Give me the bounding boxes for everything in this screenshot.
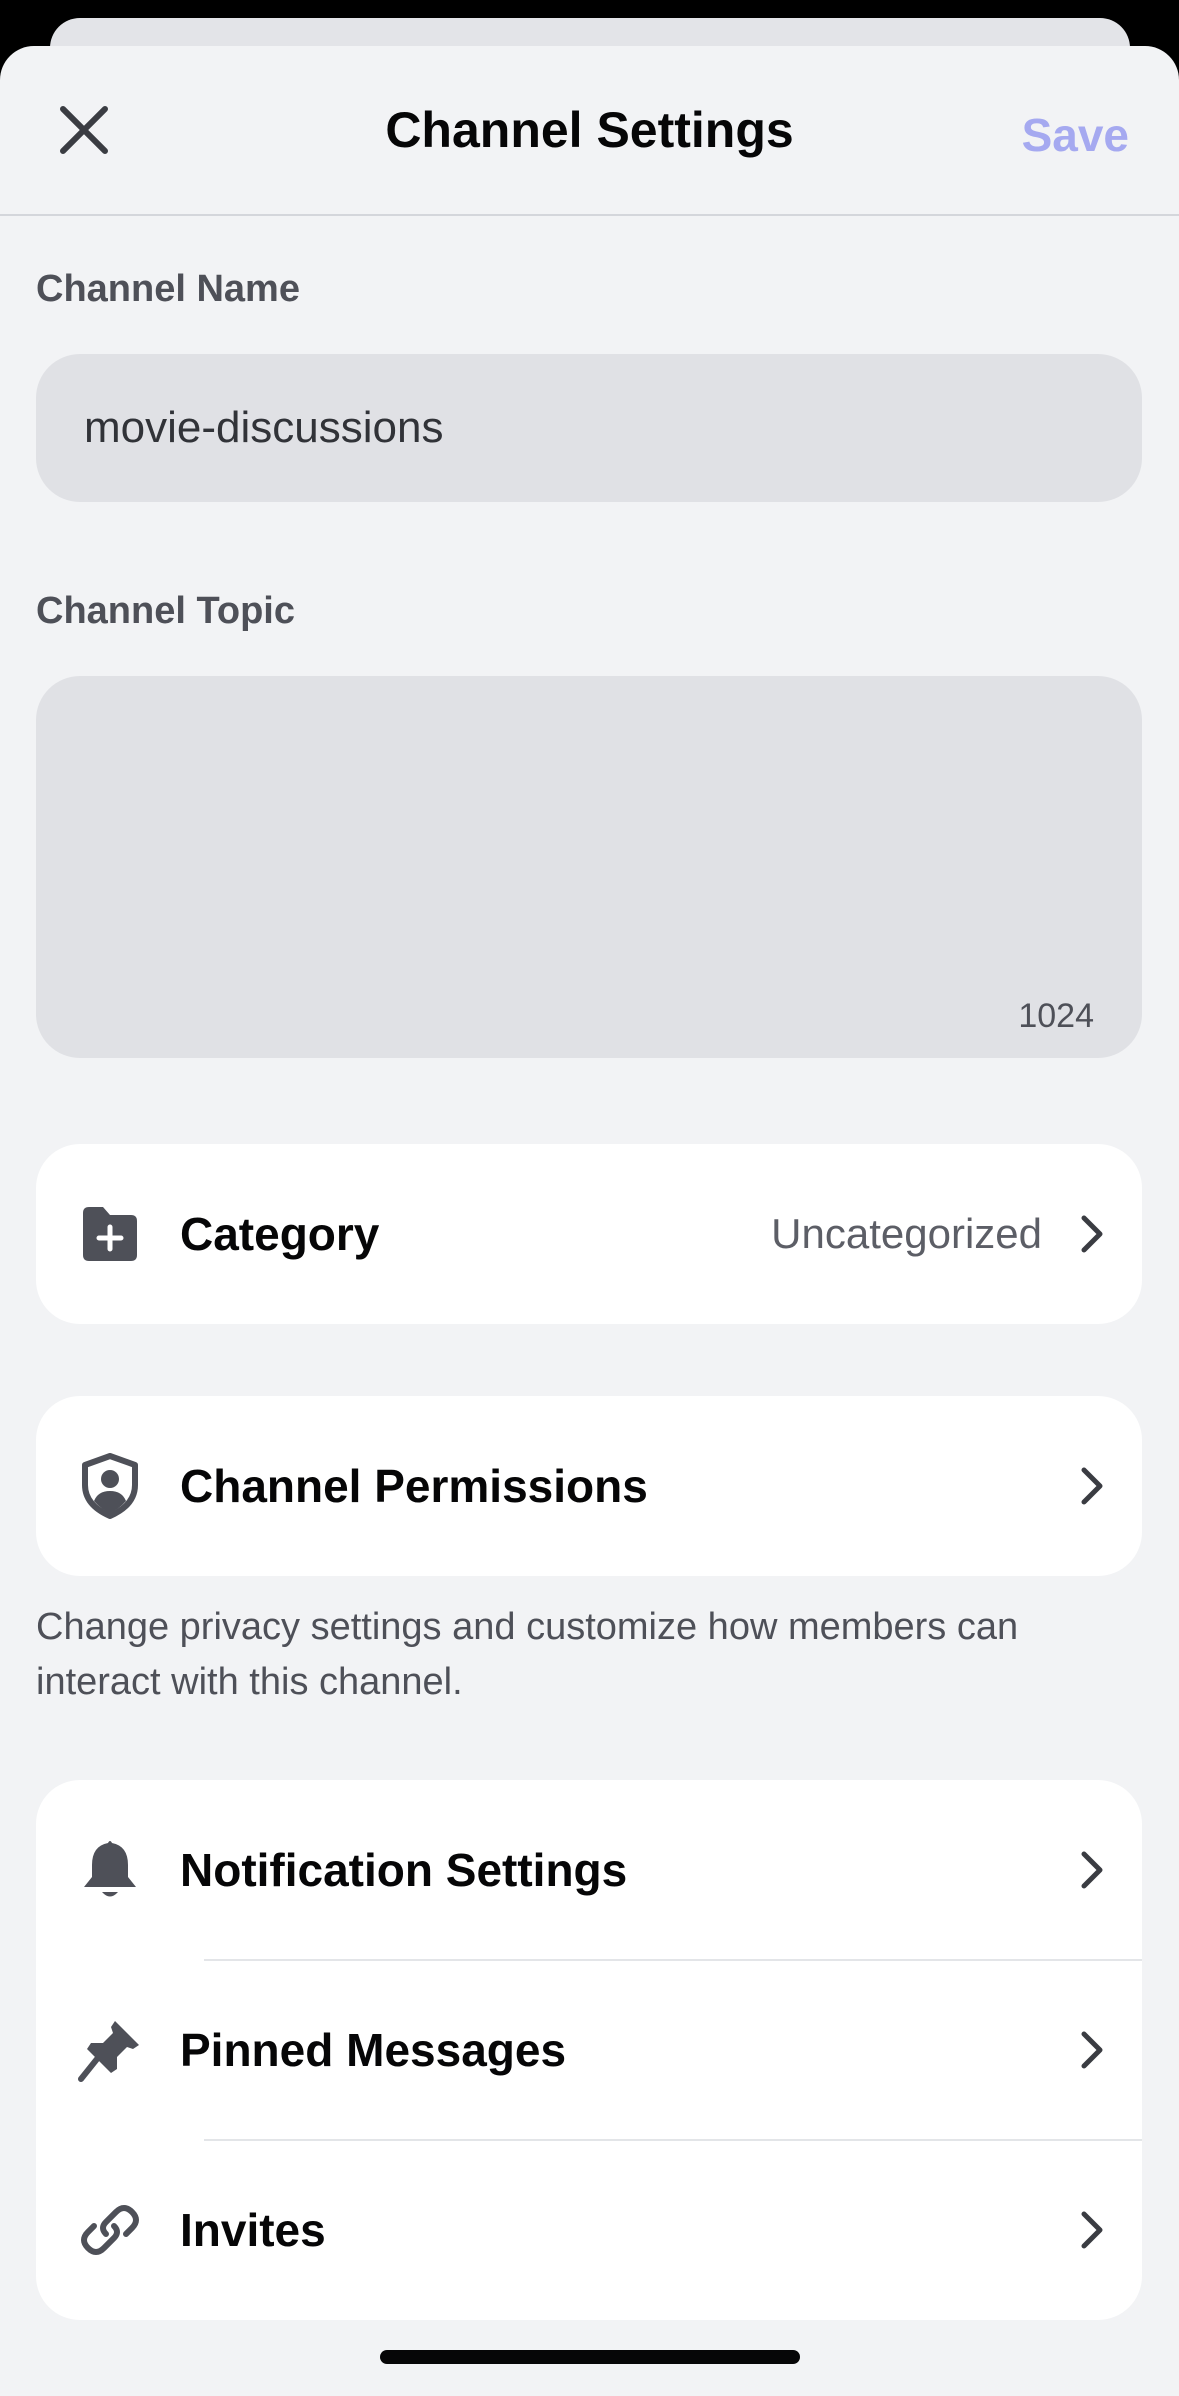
category-value: Uncategorized [771, 1210, 1042, 1257]
pinned-messages-row[interactable]: Pinned Messages [36, 1960, 1142, 2140]
shield-user-icon [76, 1452, 144, 1520]
category-label: Category [180, 1208, 380, 1260]
folder-plus-icon [76, 1200, 144, 1268]
invites-label: Invites [180, 2204, 326, 2256]
bell-icon [76, 1836, 144, 1904]
chevron-right-icon [1072, 1850, 1112, 1890]
permissions-card: Channel Permissions [36, 1396, 1142, 1576]
category-row[interactable]: Category Uncategorized [36, 1144, 1142, 1324]
chevron-right-icon [1072, 1466, 1112, 1506]
char-counter: 1024 [1018, 997, 1094, 1035]
notification-settings-label: Notification Settings [180, 1844, 628, 1896]
permissions-helper-text: Change privacy settings and customize ho… [36, 1606, 1019, 1703]
channel-permissions-label: Channel Permissions [180, 1460, 648, 1512]
home-indicator [380, 2350, 800, 2364]
channel-topic-label: Channel Topic [36, 590, 295, 632]
category-card: Category Uncategorized [36, 1144, 1142, 1324]
invites-row[interactable]: Invites [36, 2140, 1142, 2320]
save-button[interactable]: Save [1022, 101, 1129, 169]
channel-permissions-row[interactable]: Channel Permissions [36, 1396, 1142, 1576]
link-icon [76, 2196, 144, 2264]
channel-options-card: Notification Settings Pinned Messages In… [36, 1780, 1142, 2320]
chevron-right-icon [1072, 1214, 1112, 1254]
chevron-right-icon [1072, 2210, 1112, 2250]
chevron-right-icon [1072, 2030, 1112, 2070]
notification-settings-row[interactable]: Notification Settings [36, 1780, 1142, 1960]
page-title: Channel Settings [385, 102, 794, 158]
header: Channel Settings Save [0, 46, 1179, 216]
channel-settings-sheet: Channel Settings Save Channel Name movie… [0, 46, 1179, 2396]
pinned-messages-label: Pinned Messages [180, 2024, 567, 2076]
channel-name-label: Channel Name [36, 268, 300, 310]
channel-topic-input[interactable]: 1024 [36, 676, 1142, 1058]
channel-name-input[interactable]: movie-discussions [36, 354, 1142, 502]
pin-icon [76, 2016, 144, 2084]
